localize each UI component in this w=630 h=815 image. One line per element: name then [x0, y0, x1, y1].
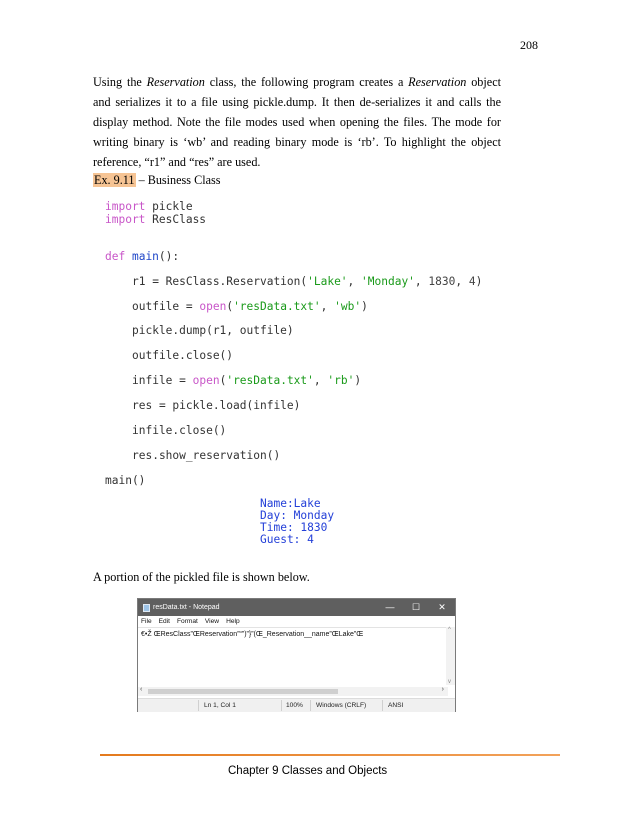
- page-number: 208: [520, 38, 538, 53]
- example-number: Ex. 9.11: [93, 173, 136, 187]
- notepad-icon: [143, 604, 150, 612]
- menu-format[interactable]: Format: [177, 618, 198, 625]
- code-line: pickle.dump(r1, outfile): [132, 324, 294, 337]
- maximize-button[interactable]: ☐: [403, 599, 429, 616]
- status-encoding: ANSI: [388, 702, 403, 709]
- minimize-button[interactable]: —: [377, 599, 403, 616]
- close-button[interactable]: ✕: [429, 599, 455, 616]
- menu-help[interactable]: Help: [226, 618, 240, 625]
- code-line: outfile.close(): [132, 349, 233, 362]
- footer-chapter-title: Chapter 9 Classes and Objects: [228, 765, 387, 777]
- intro-paragraph: Using the Reservation class, the followi…: [93, 72, 501, 172]
- notepad-titlebar[interactable]: resData.txt - Notepad — ☐ ✕: [138, 599, 455, 616]
- code-line: res.show_reservation(): [132, 449, 280, 462]
- chevron-down-icon[interactable]: v: [448, 679, 451, 685]
- output-line: Guest: 4: [260, 534, 334, 546]
- status-position: Ln 1, Col 1: [204, 702, 236, 709]
- code-line: res = pickle.load(infile): [132, 399, 300, 412]
- code-block: import pickle import ResClass def main()…: [105, 200, 118, 369]
- status-line-ending: Windows (CRLF): [316, 702, 366, 709]
- status-zoom: 100%: [286, 702, 303, 709]
- portion-caption: A portion of the pickled file is shown b…: [93, 570, 310, 585]
- footer-rule: [100, 754, 560, 756]
- code-line: infile = open('resData.txt', 'rb'): [132, 374, 361, 387]
- code-line: infile.close(): [132, 424, 226, 437]
- example-heading: Ex. 9.11 – Business Class: [93, 173, 221, 188]
- menu-view[interactable]: View: [205, 618, 219, 625]
- code-line: main(): [105, 474, 145, 487]
- class-name-italic: Reservation: [147, 75, 205, 89]
- code-line: import ResClass: [105, 213, 206, 226]
- chevron-right-icon[interactable]: ›: [442, 686, 444, 693]
- chevron-up-icon[interactable]: ^: [448, 627, 451, 633]
- program-output: Name:Lake Day: Monday Time: 1830 Guest: 4: [260, 498, 334, 546]
- code-line: def main():: [105, 250, 179, 263]
- scrollbar-thumb[interactable]: [148, 689, 338, 694]
- example-title: – Business Class: [136, 173, 221, 187]
- class-name-italic: Reservation: [408, 75, 466, 89]
- horizontal-scrollbar[interactable]: ‹ ›: [138, 687, 448, 696]
- code-line: outfile = open('resData.txt', 'wb'): [132, 300, 368, 313]
- code-line: import pickle: [105, 200, 193, 213]
- code-line: r1 = ResClass.Reservation('Lake', 'Monda…: [132, 275, 482, 288]
- menu-file[interactable]: File: [141, 618, 152, 625]
- menu-edit[interactable]: Edit: [159, 618, 170, 625]
- notepad-title: resData.txt - Notepad: [153, 604, 220, 611]
- notepad-text-area[interactable]: €•Ž ŒResClass”Œ Reservation”“”)”}”(Œ_R…: [138, 627, 455, 680]
- chevron-left-icon[interactable]: ‹: [140, 686, 142, 693]
- notepad-statusbar: Ln 1, Col 1 100% Windows (CRLF) ANSI: [138, 698, 455, 712]
- notepad-menubar: File Edit Format View Help: [138, 616, 455, 627]
- vertical-scrollbar[interactable]: ^ v: [446, 627, 455, 685]
- notepad-window: resData.txt - Notepad — ☐ ✕ File Edit Fo…: [137, 598, 456, 712]
